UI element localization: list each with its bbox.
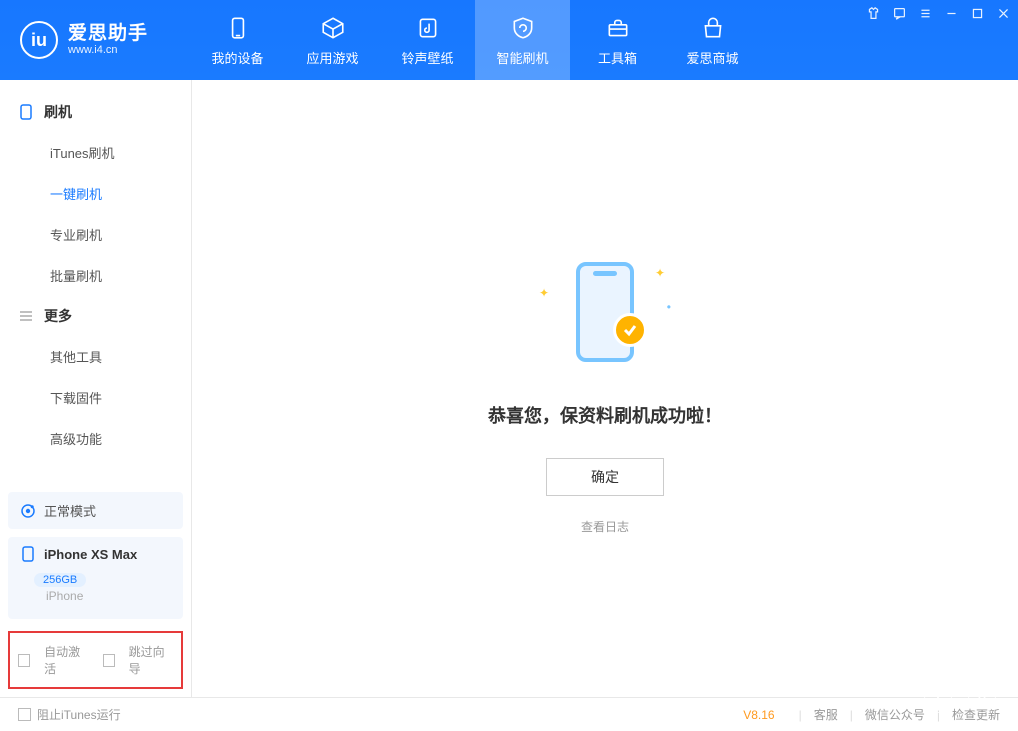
statusbar: 阻止iTunes运行 V8.16 | 客服 | 微信公众号 | 检查更新	[0, 697, 1018, 731]
tab-store[interactable]: 爱思商城	[665, 0, 760, 80]
device-mode-row[interactable]: 正常模式	[8, 492, 183, 529]
device-storage-badge: 256GB	[34, 573, 86, 587]
device-panel: 正常模式	[8, 492, 183, 529]
skin-icon[interactable]	[866, 6, 880, 20]
phone-illustration	[576, 262, 634, 362]
device-icon	[18, 104, 34, 120]
tab-apps-games[interactable]: 应用游戏	[285, 0, 380, 80]
app-title: 爱思助手	[68, 24, 148, 45]
main-tabs: 我的设备 应用游戏 铃声壁纸 智能刷机 工具箱 爱思商城	[190, 0, 760, 80]
status-left: 阻止iTunes运行	[18, 706, 743, 723]
device-type: iPhone	[8, 587, 183, 613]
device-info-panel: iPhone XS Max 256GB iPhone	[8, 537, 183, 619]
bottom-options-highlighted: 自动激活 跳过向导	[8, 631, 183, 689]
app-url: www.i4.cn	[68, 44, 148, 56]
sparkle-icon: ✦	[539, 286, 549, 300]
label-skip-guide: 跳过向导	[129, 643, 173, 677]
side-nav: 刷机 iTunes刷机 一键刷机 专业刷机 批量刷机 更多 其他工具 下载固件 …	[0, 80, 191, 492]
tab-ringtones[interactable]: 铃声壁纸	[380, 0, 475, 80]
success-illustration: ✦ ✦ •	[535, 242, 675, 382]
view-log-link[interactable]: 查看日志	[581, 518, 629, 535]
tab-label: 铃声壁纸	[401, 48, 453, 67]
ok-button[interactable]: 确定	[546, 458, 664, 496]
tab-smart-flash[interactable]: 智能刷机	[475, 0, 570, 80]
device-name-row[interactable]: iPhone XS Max	[8, 537, 183, 571]
sparkle-icon: •	[667, 300, 671, 314]
sidebar-item-download-firmware[interactable]: 下载固件	[0, 377, 191, 418]
maximize-button[interactable]	[970, 6, 984, 20]
sidebar-item-advanced[interactable]: 高级功能	[0, 418, 191, 459]
mode-icon	[20, 503, 36, 519]
titlebar: iu 爱思助手 www.i4.cn 我的设备 应用游戏 铃声壁纸 智能刷机	[0, 0, 1018, 80]
support-link[interactable]: 客服	[814, 706, 838, 723]
more-icon	[18, 308, 34, 324]
tab-label: 我的设备	[211, 48, 263, 67]
sparkle-icon: ✦	[655, 266, 665, 280]
close-button[interactable]	[996, 6, 1010, 20]
tab-my-device[interactable]: 我的设备	[190, 0, 285, 80]
label-stop-itunes: 阻止iTunes运行	[37, 706, 121, 723]
separator: |	[799, 708, 802, 722]
music-icon	[414, 14, 442, 42]
logo-area: iu 爱思助手 www.i4.cn	[0, 0, 190, 80]
device-name: iPhone XS Max	[44, 547, 137, 562]
feedback-icon[interactable]	[892, 6, 906, 20]
toolbox-icon	[604, 14, 632, 42]
label-auto-activate: 自动激活	[44, 643, 88, 677]
sidebar-item-batch-flash[interactable]: 批量刷机	[0, 255, 191, 296]
cube-icon	[319, 14, 347, 42]
phone-small-icon	[20, 546, 36, 562]
tab-toolbox[interactable]: 工具箱	[570, 0, 665, 80]
sidebar-item-itunes-flash[interactable]: iTunes刷机	[0, 132, 191, 173]
tab-label: 应用游戏	[306, 48, 358, 67]
checkbox-skip-guide[interactable]	[103, 654, 115, 667]
sidebar: 刷机 iTunes刷机 一键刷机 专业刷机 批量刷机 更多 其他工具 下载固件 …	[0, 80, 192, 697]
body: 刷机 iTunes刷机 一键刷机 专业刷机 批量刷机 更多 其他工具 下载固件 …	[0, 80, 1018, 697]
main-content: ✦ ✦ • 恭喜您，保资料刷机成功啦！ 确定 查看日志	[192, 80, 1018, 697]
logo-icon: iu	[20, 21, 58, 59]
version-label: V8.16	[743, 708, 774, 722]
device-mode: 正常模式	[44, 501, 96, 520]
tab-label: 爱思商城	[686, 48, 738, 67]
wechat-link[interactable]: 微信公众号	[865, 706, 925, 723]
minimize-button[interactable]	[944, 6, 958, 20]
sidebar-item-other-tools[interactable]: 其他工具	[0, 336, 191, 377]
checkbox-auto-activate[interactable]	[18, 654, 30, 667]
phone-icon	[224, 14, 252, 42]
store-icon	[699, 14, 727, 42]
section-title: 刷机	[44, 102, 72, 122]
checkbox-stop-itunes[interactable]	[18, 708, 31, 721]
app-window: iu 爱思助手 www.i4.cn 我的设备 应用游戏 铃声壁纸 智能刷机	[0, 0, 1018, 731]
menu-icon[interactable]	[918, 6, 932, 20]
separator: |	[850, 708, 853, 722]
success-message: 恭喜您，保资料刷机成功啦！	[488, 402, 722, 428]
window-controls	[866, 6, 1010, 20]
tab-label: 智能刷机	[496, 48, 548, 67]
refresh-shield-icon	[509, 14, 537, 42]
success-check-icon	[613, 313, 647, 347]
tab-label: 工具箱	[598, 48, 637, 67]
section-title: 更多	[44, 306, 72, 326]
sidebar-section-flash: 刷机	[0, 92, 191, 132]
sidebar-item-pro-flash[interactable]: 专业刷机	[0, 214, 191, 255]
sidebar-item-oneclick-flash[interactable]: 一键刷机	[0, 173, 191, 214]
sidebar-section-more: 更多	[0, 296, 191, 336]
